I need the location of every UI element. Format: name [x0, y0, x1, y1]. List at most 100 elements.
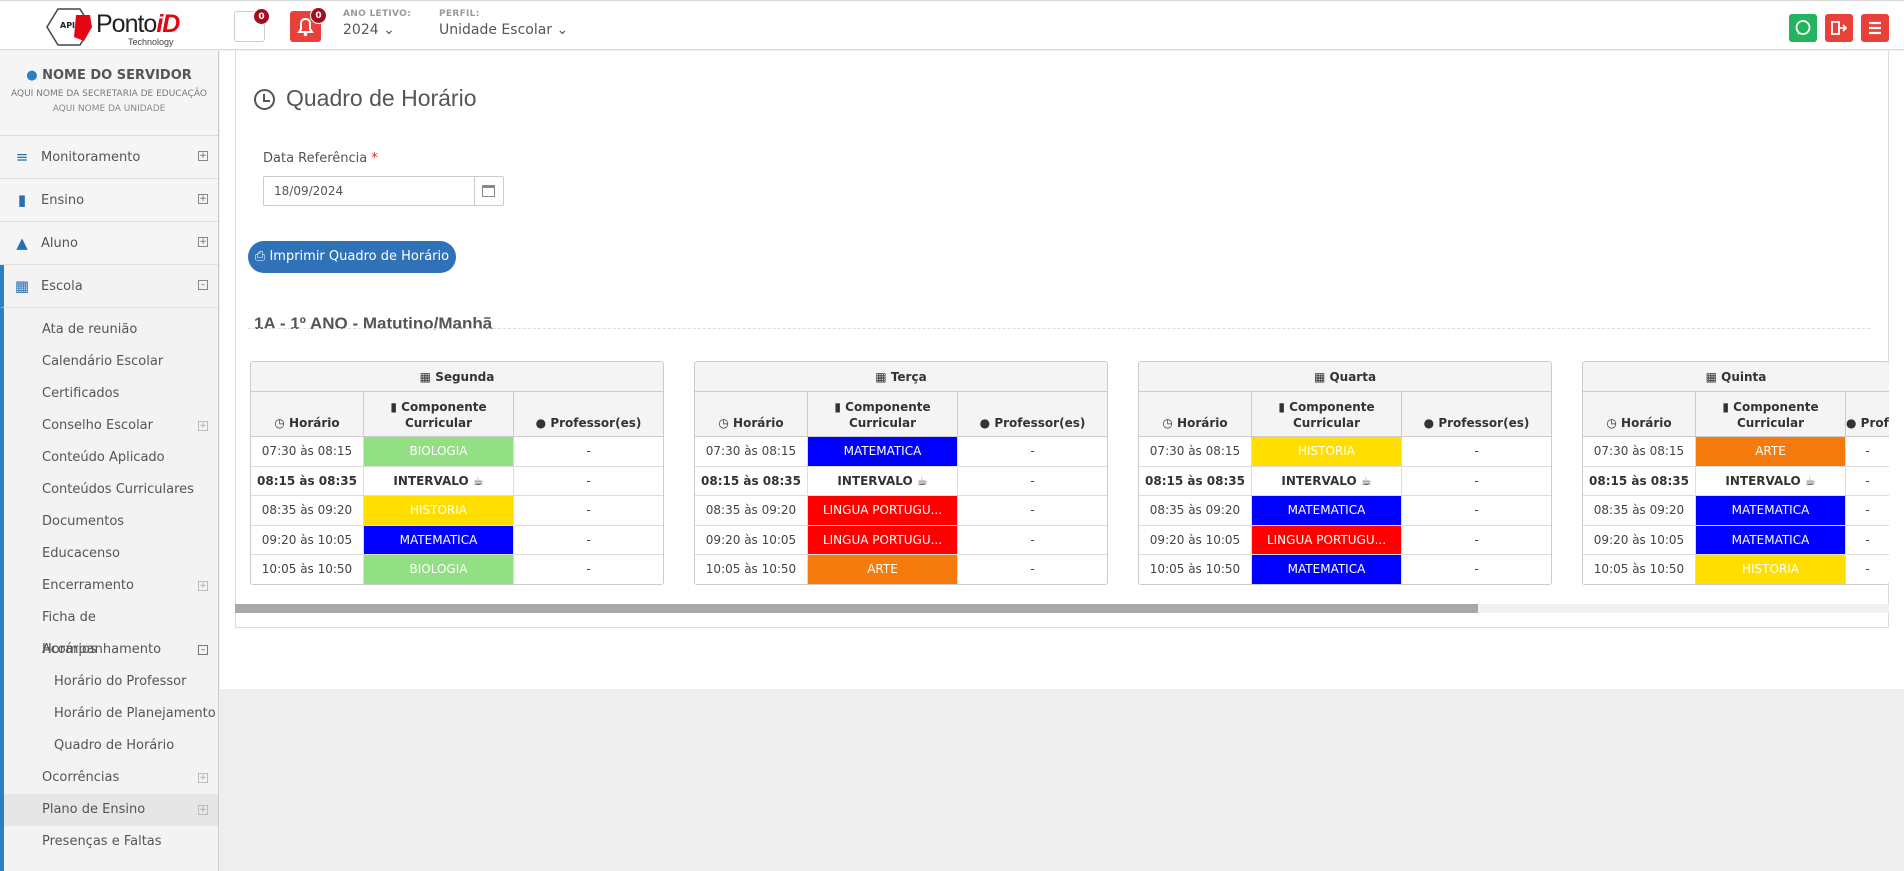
submenu-item-educacenso[interactable]: Educacenso — [4, 538, 218, 570]
logo-subtitle: Technology — [128, 37, 174, 47]
table-row: 08:35 às 09:20 HISTORIA - — [251, 496, 663, 526]
subject-cell[interactable]: MATEMATICA — [364, 525, 514, 554]
submenu-item-calendario-escolar[interactable]: Calendário Escolar — [4, 346, 218, 378]
professor-cell: - — [1030, 444, 1035, 458]
submenu-item-ocorrencias[interactable]: Ocorrências + — [4, 762, 218, 794]
print-schedule-button[interactable]: ⎙ Imprimir Quadro de Horário — [248, 241, 456, 273]
professor-cell: - — [1865, 473, 1870, 488]
time-cell: 09:20 às 10:05 — [695, 525, 808, 554]
logo[interactable]: API PontoiD Technology — [40, 3, 180, 49]
submenu-item-horario-de-planejamento[interactable]: Horário de Planejamento — [4, 698, 218, 730]
clock-icon: ◷ — [1606, 416, 1617, 430]
time-cell: 08:15 às 08:35 — [1139, 466, 1252, 495]
hamburger-icon — [1869, 21, 1881, 35]
subject-cell[interactable]: INTERVALO ☕ — [1252, 466, 1402, 495]
subject-cell[interactable]: HISTORIA — [364, 496, 514, 525]
professor-cell: - — [1474, 444, 1479, 458]
column-headers: ◷ Horário▮ ComponenteCurricular● Profess… — [1583, 392, 1889, 437]
header-componente: ▮ Componente Curricular — [1696, 392, 1846, 436]
collapse-icon[interactable]: – — [198, 645, 208, 655]
menu-button[interactable] — [1861, 14, 1889, 42]
messages-button[interactable]: 0 — [234, 8, 270, 42]
expand-icon[interactable]: + — [198, 581, 208, 591]
submenu-item-plano-de-ensino[interactable]: Plano de Ensino + — [4, 794, 218, 826]
header-professor: ● Professor(es) — [535, 416, 642, 430]
time-cell: 09:20 às 10:05 — [1139, 525, 1252, 554]
subject-cell[interactable]: INTERVALO ☕ — [808, 466, 958, 495]
subject-cell[interactable]: BIOLOGIA — [364, 437, 514, 466]
print-button-label: Imprimir Quadro de Horário — [269, 249, 450, 264]
subject-cell[interactable]: LINGUA PORTUGU... — [808, 525, 958, 554]
sidebar-item-escola[interactable]: ▦ Escola – — [0, 265, 218, 308]
table-row: 09:20 às 10:05 LINGUA PORTUGU... - — [695, 525, 1107, 555]
submenu-item-conteudo-aplicado[interactable]: Conteúdo Aplicado — [4, 442, 218, 474]
book-icon: ▮ — [1278, 400, 1285, 414]
submenu-item-encerramento[interactable]: Encerramento + — [4, 570, 218, 602]
time-cell: 09:20 às 10:05 — [251, 525, 364, 554]
sidebar-item-aluno[interactable]: ▲ Aluno + — [0, 222, 218, 265]
submenu-item-presencas-e-faltas[interactable]: Presenças e Faltas — [4, 826, 218, 858]
header-horario: ◷ Horário — [1583, 392, 1696, 436]
clock-icon — [254, 89, 275, 110]
subject-cell[interactable]: HISTORIA — [1252, 437, 1402, 466]
header-componente: ▮ Componente Curricular — [808, 392, 958, 436]
date-reference-input[interactable] — [263, 176, 504, 206]
calendar-icon[interactable] — [482, 185, 495, 197]
expand-icon[interactable]: + — [198, 805, 208, 815]
expand-icon[interactable]: + — [198, 151, 208, 161]
submenu-item-horarios[interactable]: Horários – — [4, 634, 218, 666]
expand-icon[interactable]: + — [198, 421, 208, 431]
whatsapp-button[interactable] — [1789, 14, 1817, 42]
sidebar-item-ensino[interactable]: ▮ Ensino + — [0, 179, 218, 222]
subject-cell[interactable]: LINGUA PORTUGU... — [1252, 525, 1402, 554]
submenu-item-conteudos-curriculares[interactable]: Conteúdos Curriculares — [4, 474, 218, 506]
horizontal-scrollbar-thumb[interactable] — [235, 604, 1478, 613]
schedule-day-3: ▦ Quinta ◷ Horário ▮ Componente Curricular ●… — [1582, 361, 1889, 585]
sidebar-item-monitoramento[interactable]: ≡ Monitoramento + — [0, 136, 218, 179]
table-row: 08:15 às 08:35 INTERVALO ☕ - — [1583, 466, 1889, 496]
expand-icon[interactable]: + — [198, 237, 208, 247]
perfil-value[interactable]: Unidade Escolar ⌄ — [439, 22, 568, 38]
user-icon: ● — [26, 68, 38, 83]
logout-button[interactable] — [1825, 14, 1853, 42]
expand-icon[interactable]: + — [198, 194, 208, 204]
submenu-item-ficha-de-acompanhamento[interactable]: Ficha de Acompanhamento — [4, 602, 218, 657]
subject-cell[interactable]: MATEMATICA — [1696, 496, 1846, 525]
day-name: Terça — [890, 370, 927, 384]
table-row: 08:35 às 09:20 MATEMATICA - — [1583, 496, 1889, 526]
subject-cell[interactable]: ARTE — [1696, 437, 1846, 466]
subject-cell[interactable]: BIOLOGIA — [364, 555, 514, 584]
subject-cell[interactable]: MATEMATICA — [1252, 555, 1402, 584]
book-icon: ▮ — [390, 400, 397, 414]
schedule-day-1: ▦ Terça ◷ Horário ▮ Componente Curricular ● … — [694, 361, 1108, 585]
subject-cell[interactable]: MATEMATICA — [1252, 496, 1402, 525]
perfil-selector[interactable]: PERFIL: Unidade Escolar ⌄ — [439, 9, 568, 38]
subject-cell[interactable]: HISTORIA — [1696, 555, 1846, 584]
ano-letivo-value[interactable]: 2024 ⌄ — [343, 22, 411, 38]
submenu-item-quadro-de-horario[interactable]: Quadro de Horário — [4, 730, 218, 762]
submenu-item-ata-de-reuniao[interactable]: Ata de reunião — [4, 314, 218, 346]
table-row: 08:15 às 08:35 INTERVALO ☕ - — [251, 466, 663, 496]
perfil-label: PERFIL: — [439, 9, 480, 19]
subject-cell[interactable]: LINGUA PORTUGU... — [808, 496, 958, 525]
table-row: 07:30 às 08:15 HISTORIA - — [1139, 437, 1551, 467]
professor-cell: - — [586, 503, 591, 517]
subject-cell[interactable]: INTERVALO ☕ — [1696, 466, 1846, 495]
submenu-item-documentos[interactable]: Documentos — [4, 506, 218, 538]
expand-icon[interactable]: + — [198, 773, 208, 783]
subject-cell[interactable]: MATEMATICA — [1696, 525, 1846, 554]
ano-letivo-label: ANO LETIVO: — [343, 9, 412, 19]
submenu-item-label: Plano de Ensino — [42, 802, 146, 817]
time-cell: 09:20 às 10:05 — [1583, 525, 1696, 554]
professor-cell: - — [1865, 444, 1870, 458]
subject-cell[interactable]: MATEMATICA — [808, 437, 958, 466]
submenu-item-horario-do-professor[interactable]: Horário do Professor — [4, 666, 218, 698]
collapse-icon[interactable]: – — [198, 280, 208, 290]
submenu-item-certificados[interactable]: Certificados — [4, 378, 218, 410]
subject-cell[interactable]: ARTE — [808, 555, 958, 584]
subject-cell[interactable]: INTERVALO ☕ — [364, 466, 514, 495]
submenu-item-conselho-escolar[interactable]: Conselho Escolar + — [4, 410, 218, 442]
table-row: 09:20 às 10:05 MATEMATICA - — [251, 525, 663, 555]
notifications-button[interactable]: 0 — [290, 7, 327, 42]
ano-letivo-selector[interactable]: ANO LETIVO: 2024 ⌄ — [343, 9, 411, 38]
